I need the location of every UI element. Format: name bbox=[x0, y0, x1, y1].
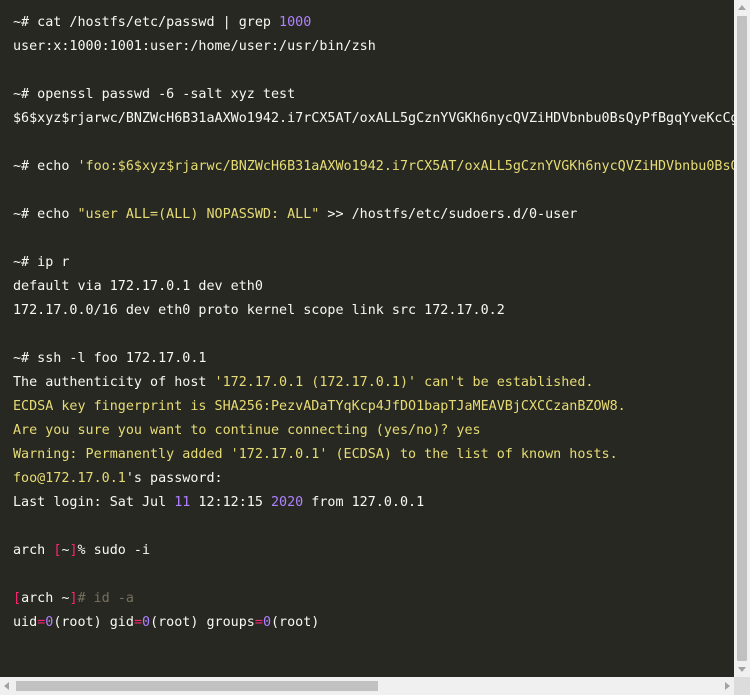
terminal-line: Warning: Permanently added '172.17.0.1' … bbox=[13, 443, 618, 467]
terminal-token-text: user:x:1000:1001:user:/home/user:/usr/bi… bbox=[13, 39, 376, 54]
terminal-token-text: The authenticity of host bbox=[13, 375, 215, 390]
terminal-token-text: Last login: Sat Jul bbox=[13, 495, 175, 510]
terminal-token-string: '172.17.0.1 (172.17.0.1)' can't be estab… bbox=[214, 375, 594, 390]
terminal-token-text: uid bbox=[13, 615, 38, 630]
terminal-token-text: $6$xyz$rjarwc/BNZWcH6B31aAXWo1942.i7rCX5… bbox=[13, 111, 734, 126]
terminal-token-bracket: ] bbox=[69, 543, 78, 558]
terminal-token-text: (root) gid bbox=[53, 615, 134, 630]
vertical-scroll-thumb[interactable] bbox=[737, 16, 747, 661]
scroll-up-arrow-icon[interactable] bbox=[738, 5, 746, 10]
terminal-line: Are you sure you want to continue connec… bbox=[13, 419, 481, 443]
terminal-token-number: 11 bbox=[174, 495, 191, 510]
terminal-output[interactable]: ~# cat /hostfs/etc/passwd | grep 1000 use… bbox=[0, 0, 734, 677]
terminal-token-number: 1000 bbox=[279, 15, 312, 30]
terminal-line: arch [~]% sudo -i bbox=[13, 539, 150, 563]
terminal-token-text: ~# ssh -l foo 172.17.0.1 bbox=[13, 351, 207, 366]
terminal-token-bracket: ] bbox=[69, 591, 78, 606]
terminal-token-string: "user ALL=(ALL) NOPASSWD: ALL" bbox=[77, 207, 320, 222]
terminal-line: foo@172.17.0.1's password: bbox=[13, 467, 223, 491]
terminal-line: 172.17.0.0/16 dev eth0 proto kernel scop… bbox=[13, 299, 505, 323]
terminal-window: ~# cat /hostfs/etc/passwd | grep 1000 use… bbox=[0, 0, 750, 695]
terminal-token-text: arch bbox=[13, 543, 54, 558]
terminal-token-string: Warning: Permanently added '172.17.0.1' … bbox=[13, 447, 618, 462]
terminal-token-text: default via 172.17.0.1 dev eth0 bbox=[13, 279, 263, 294]
terminal-token-text: arch ~ bbox=[21, 591, 70, 606]
terminal-token-bracket: = bbox=[254, 615, 263, 630]
terminal-token-text: (root) bbox=[271, 615, 320, 630]
horizontal-scroll-thumb[interactable] bbox=[16, 681, 378, 691]
terminal-token-text: 12:12:15 bbox=[190, 495, 271, 510]
scrollbar-corner bbox=[734, 677, 750, 695]
terminal-line: ~# echo 'foo:$6$xyz$rjarwc/BNZWcH6B31aAX… bbox=[13, 155, 734, 179]
terminal-line: default via 172.17.0.1 dev eth0 bbox=[13, 275, 263, 299]
terminal-token-text: ~# cat /hostfs/etc/passwd | grep bbox=[13, 15, 280, 30]
terminal-token-string: 'foo:$6$xyz$rjarwc/BNZWcH6B31aAXWo1942.i… bbox=[77, 159, 735, 174]
terminal-line: user:x:1000:1001:user:/home/user:/usr/bi… bbox=[13, 35, 376, 59]
terminal-token-text: ~# openssl passwd -6 -salt xyz test bbox=[13, 87, 296, 102]
terminal-token-text: from 127.0.0.1 bbox=[303, 495, 425, 510]
terminal-token-bracket: = bbox=[133, 615, 142, 630]
terminal-line: ~# openssl passwd -6 -salt xyz test bbox=[13, 83, 295, 107]
terminal-token-string: ECDSA key fingerprint is SHA256:PezvADaT… bbox=[13, 399, 626, 414]
terminal-token-number: 2020 bbox=[271, 495, 304, 510]
terminal-token-text: ~# echo bbox=[13, 207, 78, 222]
terminal-line: uid=0(root) gid=0(root) groups=0(root) bbox=[13, 611, 319, 635]
terminal-line: ~# cat /hostfs/etc/passwd | grep 1000 bbox=[13, 11, 311, 35]
terminal-line: [arch ~]# id -a bbox=[13, 587, 134, 611]
terminal-token-comment: # id -a bbox=[77, 591, 134, 606]
terminal-line: ~# ip r bbox=[13, 251, 69, 275]
terminal-line: $6$xyz$rjarwc/BNZWcH6B31aAXWo1942.i7rCX5… bbox=[13, 107, 734, 131]
terminal-line: The authenticity of host '172.17.0.1 (17… bbox=[13, 371, 593, 395]
terminal-token-text: ~# ip r bbox=[13, 255, 70, 270]
scroll-right-arrow-icon[interactable] bbox=[725, 682, 730, 690]
terminal-line: ~# echo "user ALL=(ALL) NOPASSWD: ALL" >… bbox=[13, 203, 577, 227]
terminal-token-number: 0 bbox=[262, 615, 271, 630]
terminal-line: Last login: Sat Jul 11 12:12:15 2020 fro… bbox=[13, 491, 424, 515]
terminal-token-bracket: [ bbox=[13, 591, 22, 606]
terminal-token-text: 172.17.0.0/16 dev eth0 proto kernel scop… bbox=[13, 303, 505, 318]
terminal-token-text: >> /hostfs/etc/sudoers.d/0-user bbox=[319, 207, 578, 222]
scroll-down-arrow-icon[interactable] bbox=[738, 667, 746, 672]
terminal-token-string: foo@172.17.0.1 bbox=[13, 471, 126, 486]
terminal-token-text: ~# echo bbox=[13, 159, 78, 174]
terminal-token-text: 's password: bbox=[125, 471, 223, 486]
terminal-token-text: % sudo -i bbox=[77, 543, 151, 558]
terminal-line: ~# ssh -l foo 172.17.0.1 bbox=[13, 347, 206, 371]
terminal-token-string: Are you sure you want to continue connec… bbox=[13, 423, 481, 438]
horizontal-scrollbar[interactable] bbox=[0, 677, 734, 695]
scroll-left-arrow-icon[interactable] bbox=[4, 682, 9, 690]
terminal-token-number: 0 bbox=[142, 615, 151, 630]
terminal-line: ECDSA key fingerprint is SHA256:PezvADaT… bbox=[13, 395, 626, 419]
terminal-token-text: (root) groups bbox=[150, 615, 255, 630]
vertical-scrollbar[interactable] bbox=[734, 0, 750, 677]
